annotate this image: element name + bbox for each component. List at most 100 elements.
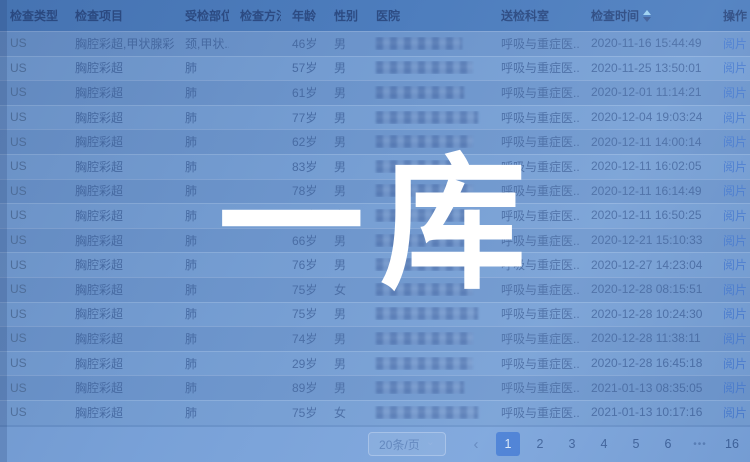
cell-dept: 呼吸与重症医... [490, 281, 580, 298]
exam-records-page: 检查类型 检查项目 受检部位 检查方法 年龄 性别 医院 送检科室 检查时间 操… [0, 0, 750, 462]
cell-exam-time: 2021-01-13 10:17:16 [580, 405, 712, 419]
cell-exam-item: 胸腔彩超 [64, 158, 174, 175]
page-button-last[interactable]: 16 [720, 432, 744, 456]
cell-gender: 男 [323, 133, 365, 150]
cell-age: 75岁 [281, 281, 323, 298]
view-images-link[interactable]: 阅片 [723, 135, 747, 149]
cell-action: 阅片 [712, 84, 750, 101]
cell-hospital [365, 381, 490, 394]
page-button-3[interactable]: 3 [560, 432, 584, 456]
cell-exam-item: 胸腔彩超 [64, 330, 174, 347]
cell-body-part: 肺 [174, 404, 229, 421]
table-row[interactable]: US 胸腔彩超 肺 89岁 男 呼吸与重症医... 2021-01-13 08:… [0, 375, 750, 400]
table-row[interactable]: US 胸腔彩超 肺 76岁 男 呼吸与重症医... 2020-12-27 14:… [0, 252, 750, 277]
redacted-hospital-name [376, 258, 473, 271]
cell-action: 阅片 [712, 59, 750, 76]
table-row[interactable]: US 胸腔彩超 肺 75岁 男 呼吸与重症医... 2020-12-28 10:… [0, 302, 750, 327]
cell-exam-item: 胸腔彩超 [64, 133, 174, 150]
cell-exam-type: US [0, 307, 64, 321]
redacted-hospital-name [376, 209, 478, 222]
cell-gender: 男 [323, 256, 365, 273]
view-images-link[interactable]: 阅片 [723, 184, 747, 198]
cell-exam-type: US [0, 258, 64, 272]
cell-gender: 男 [323, 379, 365, 396]
view-images-link[interactable]: 阅片 [723, 357, 747, 371]
cell-body-part: 肺 [174, 256, 229, 273]
view-images-link[interactable]: 阅片 [723, 111, 747, 125]
sort-control[interactable] [643, 10, 651, 22]
view-images-link[interactable]: 阅片 [723, 307, 747, 321]
cell-action: 阅片 [712, 207, 750, 224]
redacted-hospital-name [376, 61, 473, 74]
view-images-link[interactable]: 阅片 [723, 381, 747, 395]
cell-age: 76岁 [281, 207, 323, 224]
view-images-link[interactable]: 阅片 [723, 37, 747, 51]
cell-action: 阅片 [712, 404, 750, 421]
table-row[interactable]: US 胸腔彩超 肺 57岁 男 呼吸与重症医... 2020-11-25 13:… [0, 56, 750, 81]
table-row[interactable]: US 胸腔彩超 肺 76岁 女 呼吸与重症医... 2020-12-11 16:… [0, 203, 750, 228]
col-header-exam-time[interactable]: 检查时间 [580, 7, 712, 24]
table-row[interactable]: US 胸腔彩超,甲状腺彩超 颈,甲状... 46岁 男 呼吸与重症医... 20… [0, 31, 750, 56]
cell-exam-item: 胸腔彩超 [64, 84, 174, 101]
page-button-4[interactable]: 4 [592, 432, 616, 456]
cell-dept: 呼吸与重症医... [490, 84, 580, 101]
cell-hospital [365, 332, 490, 345]
cell-action: 阅片 [712, 330, 750, 347]
cell-exam-item: 胸腔彩超 [64, 207, 174, 224]
cell-age: 57岁 [281, 59, 323, 76]
cell-age: 78岁 [281, 182, 323, 199]
table-row[interactable]: US 胸腔彩超 肺 61岁 男 呼吸与重症医... 2020-12-01 11:… [0, 80, 750, 105]
table-row[interactable]: US 胸腔彩超 肺 78岁 男 呼吸与重症医... 2020-12-11 16:… [0, 179, 750, 204]
cell-body-part: 肺 [174, 330, 229, 347]
cell-exam-time: 2020-12-28 11:38:11 [580, 331, 712, 345]
cell-body-part: 肺 [174, 232, 229, 249]
cell-exam-item: 胸腔彩超 [64, 182, 174, 199]
cell-dept: 呼吸与重症医... [490, 256, 580, 273]
table-row[interactable]: US 胸腔彩超 肺 75岁 女 呼吸与重症医... 2021-01-13 10:… [0, 400, 750, 425]
redacted-hospital-name [376, 86, 464, 99]
cell-hospital [365, 283, 490, 296]
table-row[interactable]: US 胸腔彩超 肺 66岁 男 呼吸与重症医... 2020-12-21 15:… [0, 228, 750, 253]
table-row[interactable]: US 胸腔彩超 肺 29岁 男 呼吸与重症医... 2020-12-28 16:… [0, 351, 750, 376]
page-ellipsis[interactable]: ••• [688, 432, 712, 456]
view-images-link[interactable]: 阅片 [723, 234, 747, 248]
page-button-5[interactable]: 5 [624, 432, 648, 456]
prev-page-button[interactable]: ‹ [464, 432, 488, 456]
table-row[interactable]: US 胸腔彩超 肺 75岁 女 呼吸与重症医... 2020-12-28 08:… [0, 277, 750, 302]
view-images-link[interactable]: 阅片 [723, 61, 747, 75]
view-images-link[interactable]: 阅片 [723, 283, 747, 297]
cell-hospital [365, 111, 490, 124]
sort-asc-icon[interactable] [643, 10, 651, 15]
table-row[interactable]: US 胸腔彩超 肺 62岁 男 呼吸与重症医... 2020-12-11 14:… [0, 129, 750, 154]
page-button-2[interactable]: 2 [528, 432, 552, 456]
cell-exam-item: 胸腔彩超 [64, 379, 174, 396]
view-images-link[interactable]: 阅片 [723, 332, 747, 346]
cell-body-part: 肺 [174, 207, 229, 224]
view-images-link[interactable]: 阅片 [723, 86, 747, 100]
cell-action: 阅片 [712, 35, 750, 52]
view-images-link[interactable]: 阅片 [723, 258, 747, 272]
cell-hospital [365, 86, 490, 99]
view-images-link[interactable]: 阅片 [723, 209, 747, 223]
table-row[interactable]: US 胸腔彩超 肺 77岁 男 呼吸与重症医... 2020-12-04 19:… [0, 105, 750, 130]
page-size-select[interactable]: 20条/页 ⌄ [368, 432, 446, 456]
cell-dept: 呼吸与重症医... [490, 133, 580, 150]
cell-exam-item: 胸腔彩超,甲状腺彩超 [64, 35, 174, 52]
redacted-hospital-name [376, 406, 478, 419]
cell-body-part: 肺 [174, 84, 229, 101]
cell-hospital [365, 37, 490, 50]
cell-hospital [365, 135, 490, 148]
sort-desc-icon[interactable] [643, 17, 651, 22]
cell-age: 75岁 [281, 404, 323, 421]
cell-exam-type: US [0, 233, 64, 247]
view-images-link[interactable]: 阅片 [723, 406, 747, 420]
page-buttons: 123456 [492, 432, 684, 456]
page-button-1[interactable]: 1 [496, 432, 520, 456]
view-images-link[interactable]: 阅片 [723, 160, 747, 174]
table-row[interactable]: US 胸腔彩超 肺 74岁 男 呼吸与重症医... 2020-12-28 11:… [0, 326, 750, 351]
cell-exam-item: 胸腔彩超 [64, 355, 174, 372]
page-button-6[interactable]: 6 [656, 432, 680, 456]
cell-body-part: 肺 [174, 59, 229, 76]
cell-body-part: 肺 [174, 133, 229, 150]
table-row[interactable]: US 胸腔彩超 肺 83岁 男 呼吸与重症医... 2020-12-11 16:… [0, 154, 750, 179]
